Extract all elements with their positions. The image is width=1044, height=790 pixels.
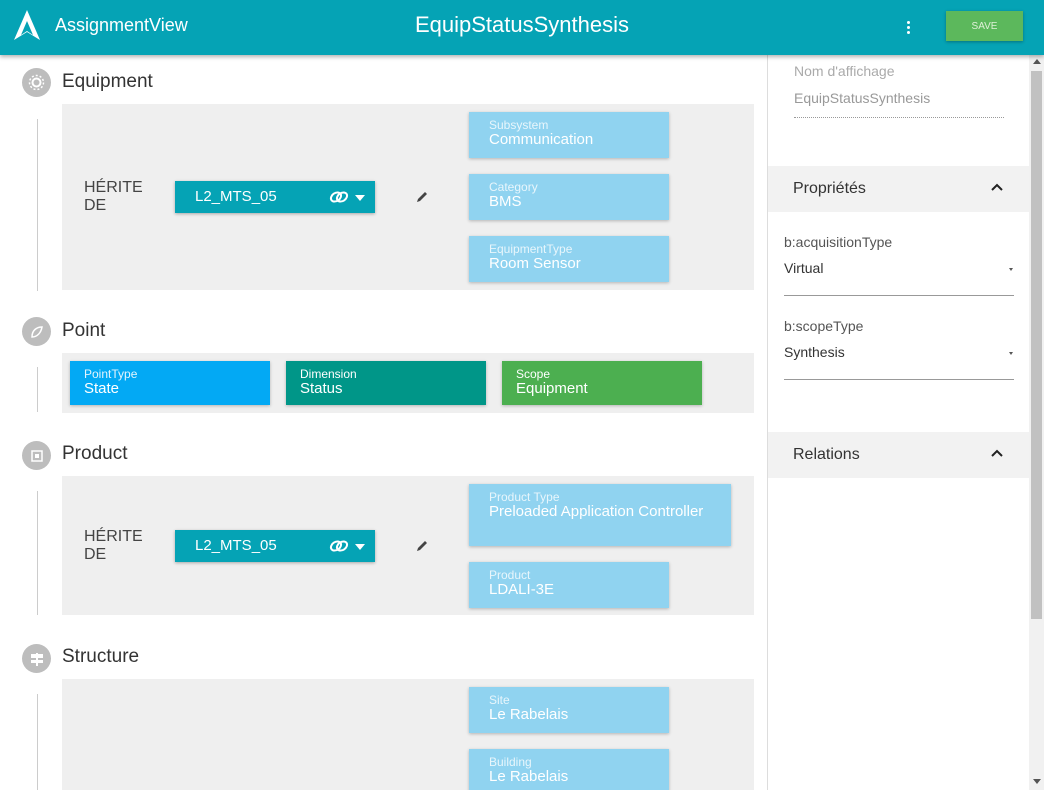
- more-vert-icon[interactable]: [896, 15, 920, 39]
- inherits-label: HÉRITE DE: [84, 528, 143, 563]
- page-title: EquipStatusSynthesis: [414, 12, 630, 37]
- inherits-select[interactable]: L2_MTS_05: [175, 530, 375, 562]
- tag-card: Dimension Status: [286, 361, 486, 405]
- link-icon[interactable]: [329, 190, 349, 204]
- scrollbar-thumb[interactable]: [1031, 71, 1042, 619]
- caret-down-icon[interactable]: [1009, 268, 1013, 271]
- relations-title: Relations: [793, 446, 860, 463]
- chevron-down-icon[interactable]: [355, 195, 365, 201]
- property-label: b:acquisitionType: [784, 234, 893, 250]
- section-title-equipment: Equipment: [62, 71, 153, 92]
- point-icon: [22, 317, 51, 346]
- display-name-field[interactable]: EquipStatusSynthesis: [794, 90, 930, 106]
- tag-card: Scope Equipment: [502, 361, 702, 405]
- app-name: AssignmentView: [55, 15, 188, 35]
- inherits-label: HÉRITE DE: [84, 179, 143, 214]
- tag-card: Subsystem Communication: [469, 112, 669, 158]
- field-underline: [784, 379, 1014, 380]
- tag-card: PointType State: [70, 361, 270, 405]
- save-button[interactable]: SAVE: [946, 11, 1023, 41]
- tag-value: BMS: [489, 193, 522, 210]
- field-underline: [784, 295, 1014, 296]
- tag-value: Equipment: [516, 380, 588, 397]
- section-line: [37, 491, 38, 615]
- tag-value: Status: [300, 380, 343, 397]
- tag-card: Product LDALI-3E: [469, 562, 669, 608]
- tag-value: Room Sensor: [489, 255, 581, 272]
- gears-icon: [22, 68, 51, 97]
- section-line: [37, 367, 38, 412]
- display-name-label: Nom d'affichage: [794, 63, 895, 79]
- properties-accordion-header[interactable]: Propriétés: [768, 166, 1029, 212]
- top-bar: AssignmentView EquipStatusSynthesis SAVE: [0, 0, 1044, 55]
- chevron-down-icon[interactable]: [355, 544, 365, 550]
- properties-title: Propriétés: [793, 180, 866, 197]
- a-logo-icon: [14, 10, 40, 40]
- scroll-down-arrow-icon[interactable]: [1033, 779, 1041, 784]
- tag-value: LDALI-3E: [489, 581, 555, 598]
- tag-value: State: [84, 380, 120, 397]
- section-title-product: Product: [62, 443, 128, 464]
- scrollbar[interactable]: [1029, 55, 1044, 790]
- properties-sidebar: Nom d'affichage EquipStatusSynthesis Pro…: [767, 55, 1044, 790]
- chevron-up-icon[interactable]: [990, 448, 1004, 458]
- edit-icon[interactable]: [415, 190, 429, 204]
- relations-accordion-header[interactable]: Relations: [768, 432, 1029, 478]
- property-select[interactable]: Synthesis: [784, 344, 845, 360]
- section-line: [37, 694, 38, 790]
- scroll-up-arrow-icon[interactable]: [1033, 59, 1041, 64]
- inherits-value: L2_MTS_05: [195, 537, 277, 554]
- link-icon[interactable]: [329, 539, 349, 553]
- section-title-point: Point: [62, 320, 106, 341]
- section-title-structure: Structure: [62, 646, 140, 667]
- tag-value: Communication: [489, 131, 594, 148]
- tag-card: Category BMS: [469, 174, 669, 220]
- tag-card: Product Type Preloaded Application Contr…: [469, 484, 731, 546]
- tag-value: Le Rabelais: [489, 768, 569, 785]
- chevron-up-icon[interactable]: [990, 182, 1004, 192]
- caret-down-icon[interactable]: [1009, 352, 1013, 355]
- inherits-value: L2_MTS_05: [195, 188, 277, 205]
- field-underline: [794, 117, 1004, 118]
- edit-icon[interactable]: [415, 539, 429, 553]
- property-select[interactable]: Virtual: [784, 260, 823, 276]
- tag-card: Building Le Rabelais: [469, 749, 669, 790]
- tag-card: Site Le Rabelais: [469, 687, 669, 733]
- inherits-select[interactable]: L2_MTS_05: [175, 181, 375, 213]
- chip-icon: [22, 441, 51, 470]
- tag-card: EquipmentType Room Sensor: [469, 236, 669, 282]
- property-label: b:scopeType: [784, 318, 864, 334]
- main-content: Equipment HÉRITE DE L2_MTS_05 Subsystem …: [0, 55, 767, 790]
- tag-value: Le Rabelais: [489, 706, 569, 723]
- section-line: [37, 119, 38, 291]
- tag-value: Preloaded Application Controller: [489, 503, 704, 520]
- signpost-icon: [22, 644, 51, 673]
